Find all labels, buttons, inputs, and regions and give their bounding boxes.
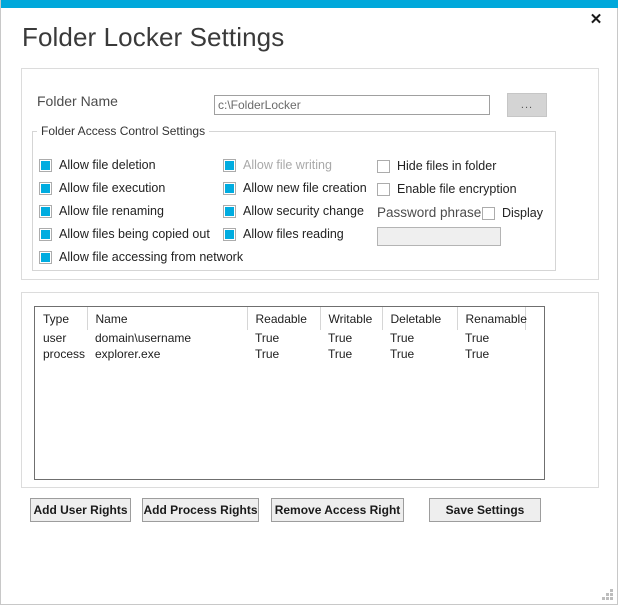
add-process-rights-button[interactable]: Add Process Rights [142, 498, 259, 522]
checkbox-label: Enable file encryption [397, 182, 517, 197]
column-header-readable[interactable]: Readable [247, 307, 321, 330]
checkbox-indicator [377, 183, 390, 196]
rights-table: Type Name Readable Writable Deletable Re… [35, 307, 544, 362]
checkbox-allow-file-writing[interactable]: Allow file writing [223, 159, 332, 172]
checkbox-allow-file-deletion[interactable]: Allow file deletion [39, 159, 156, 172]
cell-extra [525, 346, 544, 362]
cell-extra [525, 330, 544, 346]
cell-name: explorer.exe [95, 347, 161, 361]
checkbox-indicator [377, 160, 390, 173]
checkbox-allow-file-execution[interactable]: Allow file execution [39, 182, 165, 195]
checkbox-hide-files-in-folder[interactable]: Hide files in folder [377, 160, 496, 173]
cell-renamable: True [465, 331, 490, 345]
cell-readable: True [255, 347, 280, 361]
checkbox-label: Allow file accessing from network [59, 250, 244, 265]
checkbox-label: Allow file deletion [59, 158, 156, 173]
password-phrase-label: Password phrase [377, 205, 482, 220]
checkbox-allow-file-renaming[interactable]: Allow file renaming [39, 205, 164, 218]
column-header-writable[interactable]: Writable [320, 307, 383, 330]
checkbox-indicator [39, 182, 52, 195]
cell-type: process [43, 347, 86, 361]
table-row[interactable]: user domain\username True True True True [35, 330, 544, 346]
cell-readable: True [255, 331, 280, 345]
title-accent-bar [1, 0, 618, 8]
cell-writable: True [328, 347, 353, 361]
checkbox-label: Allow security change [243, 204, 364, 219]
checkbox-label: Allow new file creation [243, 181, 367, 196]
checkbox-label: Allow file renaming [59, 204, 164, 219]
rights-table-container[interactable]: Type Name Readable Writable Deletable Re… [34, 306, 545, 480]
close-icon[interactable]: ✕ [581, 8, 611, 30]
checkbox-label: Hide files in folder [397, 159, 497, 174]
checkbox-label: Allow file execution [59, 181, 166, 196]
checkbox-allow-files-being-copied-out[interactable]: Allow files being copied out [39, 228, 210, 241]
checkbox-indicator [223, 205, 236, 218]
folder-name-label: Folder Name [37, 93, 118, 109]
checkbox-indicator [223, 159, 236, 172]
cell-deletable: True [390, 331, 415, 345]
cell-type: user [43, 331, 67, 345]
cell-deletable: True [390, 347, 415, 361]
column-header-extra[interactable] [525, 307, 544, 330]
column-header-renamable[interactable]: Renamable [457, 307, 527, 330]
remove-access-right-button[interactable]: Remove Access Right [271, 498, 404, 522]
cell-renamable: True [465, 347, 490, 361]
column-header-deletable[interactable]: Deletable [382, 307, 458, 330]
save-settings-button[interactable]: Save Settings [429, 498, 541, 522]
cell-writable: True [328, 331, 353, 345]
checkbox-label: Allow file writing [243, 158, 332, 173]
checkbox-allow-files-reading[interactable]: Allow files reading [223, 228, 344, 241]
table-header-row: Type Name Readable Writable Deletable Re… [35, 307, 544, 330]
checkbox-label: Allow files being copied out [59, 227, 210, 242]
browse-folder-button[interactable]: ... [507, 93, 547, 117]
column-header-type[interactable]: Type [35, 307, 88, 330]
checkbox-indicator [223, 228, 236, 241]
folder-name-input[interactable] [214, 95, 490, 115]
checkbox-allow-file-accessing-from-network[interactable]: Allow file accessing from network [39, 251, 243, 264]
add-user-rights-button[interactable]: Add User Rights [30, 498, 131, 522]
page-title: Folder Locker Settings [22, 22, 285, 52]
checkbox-indicator [223, 182, 236, 195]
checkbox-label: Allow files reading [243, 227, 344, 242]
folder-locker-settings-window: ✕ Folder Locker Settings Folder Name ...… [0, 0, 618, 605]
password-phrase-input[interactable] [377, 227, 501, 246]
checkbox-enable-file-encryption[interactable]: Enable file encryption [377, 183, 517, 196]
checkbox-label: Display [502, 206, 543, 221]
access-control-groupbox-title: Folder Access Control Settings [37, 124, 210, 138]
checkbox-indicator [482, 207, 495, 220]
checkbox-indicator [39, 159, 52, 172]
checkbox-allow-security-change[interactable]: Allow security change [223, 205, 364, 218]
resize-grip[interactable] [600, 587, 613, 600]
checkbox-indicator [39, 251, 52, 264]
table-row[interactable]: process explorer.exe True True True True [35, 346, 544, 362]
column-header-name[interactable]: Name [87, 307, 248, 330]
checkbox-indicator [39, 205, 52, 218]
cell-name: domain\username [95, 331, 192, 345]
checkbox-indicator [39, 228, 52, 241]
checkbox-allow-new-file-creation[interactable]: Allow new file creation [223, 182, 367, 195]
checkbox-display-password[interactable]: Display [482, 207, 543, 220]
